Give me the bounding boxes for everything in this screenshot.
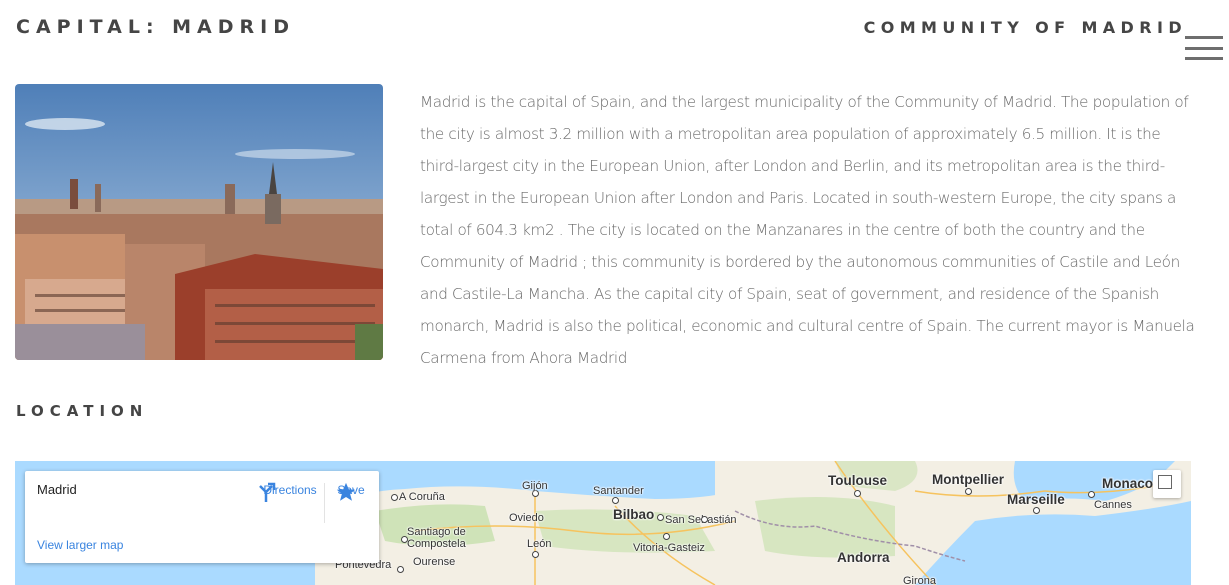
city-label-leon: León bbox=[527, 538, 552, 550]
hamburger-menu-button[interactable] bbox=[1185, 36, 1223, 60]
city-label-cannes: Cannes bbox=[1094, 499, 1132, 511]
view-larger-map-link[interactable]: View larger map bbox=[37, 538, 123, 552]
city-label-monaco: Monaco bbox=[1102, 476, 1154, 491]
city-marker bbox=[401, 536, 408, 543]
city-label-girona: Girona bbox=[903, 575, 937, 585]
city-label-oviedo: Oviedo bbox=[509, 512, 544, 524]
city-marker bbox=[1033, 507, 1040, 514]
map-place-card: Madrid Directions Save View larger map bbox=[25, 471, 379, 563]
embedded-map[interactable]: Gijón Oviedo A Coruña Santander Bilbao S… bbox=[15, 461, 1191, 585]
map-place-name: Madrid bbox=[37, 482, 77, 497]
city-marker bbox=[1088, 491, 1095, 498]
city-marker bbox=[663, 533, 670, 540]
map-fullscreen-button[interactable] bbox=[1153, 470, 1181, 498]
city-label-coruna: A Coruña bbox=[399, 491, 445, 503]
hamburger-icon bbox=[1185, 46, 1223, 50]
city-label-ourense: Ourense bbox=[413, 556, 456, 568]
city-marker bbox=[397, 566, 404, 573]
capital-heading: CAPITAL: MADRID bbox=[16, 16, 296, 38]
city-label-andorra: Andorra bbox=[837, 550, 890, 565]
city-label-montpellier: Montpellier bbox=[932, 472, 1005, 487]
city-label-vitoria: Vitoria-Gasteiz bbox=[633, 542, 705, 554]
city-marker bbox=[965, 488, 972, 495]
directions-icon bbox=[259, 482, 276, 502]
city-label-bilbao: Bilbao bbox=[613, 507, 655, 522]
save-button[interactable]: Save bbox=[335, 481, 367, 501]
location-heading: LOCATION bbox=[16, 402, 149, 420]
region-heading: COMMUNITY OF MADRID bbox=[863, 18, 1187, 37]
hamburger-icon bbox=[1185, 36, 1223, 39]
star-icon bbox=[336, 482, 356, 501]
city-label-toulouse: Toulouse bbox=[828, 473, 887, 488]
madrid-cityscape-image bbox=[15, 84, 383, 360]
city-label-marseille: Marseille bbox=[1007, 492, 1065, 507]
city-marker bbox=[854, 490, 861, 497]
city-label-santiago: Santiago de Compostela bbox=[407, 526, 466, 550]
city-marker bbox=[612, 497, 619, 504]
city-label-santander: Santander bbox=[593, 485, 644, 497]
city-marker bbox=[701, 516, 708, 523]
city-description: Madrid is the capital of Spain, and the … bbox=[420, 93, 1195, 367]
card-divider bbox=[324, 483, 325, 523]
hamburger-icon bbox=[1185, 57, 1223, 60]
city-marker bbox=[657, 514, 664, 521]
directions-button[interactable]: Directions bbox=[255, 481, 325, 502]
city-marker bbox=[391, 494, 398, 501]
city-label-gijon: Gijón bbox=[522, 480, 548, 492]
city-marker bbox=[532, 551, 539, 558]
